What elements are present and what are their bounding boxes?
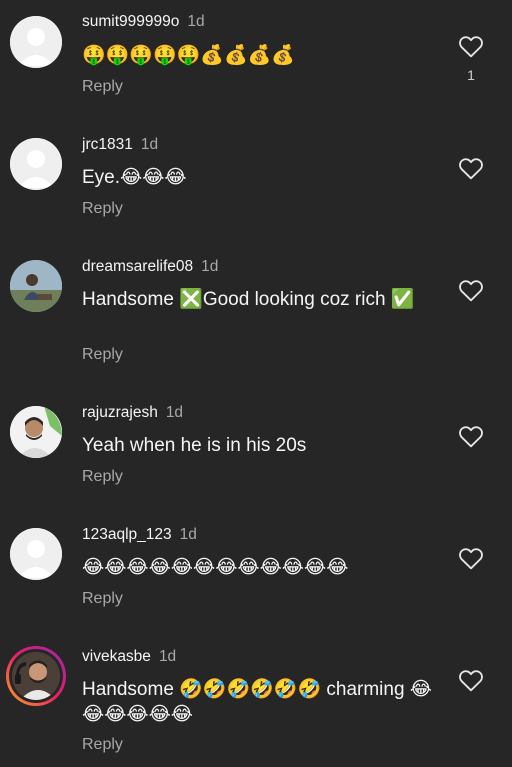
comment-text: 😂😂😂😂😂😂😂😂😂😂😂😂 xyxy=(82,557,349,578)
timestamp: 1d xyxy=(187,13,205,30)
reply-button[interactable]: Reply xyxy=(82,199,123,219)
comment-meta: dreamsarelife08 1d xyxy=(82,257,218,277)
username[interactable]: rajuzrajesh xyxy=(82,404,158,421)
heart-outline-icon[interactable] xyxy=(458,278,484,302)
heart-outline-icon[interactable] xyxy=(458,156,484,180)
reply-button[interactable]: Reply xyxy=(82,589,123,609)
comment-text: 🤑🤑🤑🤑🤑💰💰💰💰 xyxy=(82,45,295,66)
comment-text: Eye.😂😂😂 xyxy=(82,167,187,188)
avatar[interactable] xyxy=(10,16,62,68)
heart-outline-icon[interactable] xyxy=(458,546,484,570)
comment-meta: sumit999999o 1d xyxy=(82,12,205,32)
user-photo-icon xyxy=(12,652,60,700)
reply-button[interactable]: Reply xyxy=(82,345,123,365)
story-ring-avatar[interactable] xyxy=(6,646,66,706)
username[interactable]: jrc1831 xyxy=(82,136,133,153)
avatar-ring-gap xyxy=(9,649,63,703)
avatar xyxy=(12,652,60,700)
username[interactable]: dreamsarelife08 xyxy=(82,258,193,275)
heart-outline-icon[interactable] xyxy=(458,424,484,448)
like-count: 1 xyxy=(467,67,475,83)
reply-button[interactable]: Reply xyxy=(82,77,123,97)
default-avatar-icon xyxy=(10,138,62,190)
timestamp: 1d xyxy=(165,404,184,421)
comment-text: Yeah when he is in his 20s xyxy=(82,435,307,456)
timestamp: 1d xyxy=(158,648,177,665)
user-photo-icon xyxy=(10,406,62,458)
comment-meta: jrc1831 1d xyxy=(82,135,158,155)
timestamp: 1d xyxy=(140,136,159,153)
default-avatar-icon xyxy=(10,16,62,68)
default-avatar-icon xyxy=(10,528,62,580)
reply-button[interactable]: Reply xyxy=(82,735,123,755)
timestamp: 1d xyxy=(179,526,197,543)
comment-meta: vivekasbe 1d xyxy=(82,647,176,667)
avatar[interactable] xyxy=(10,260,62,312)
avatar[interactable] xyxy=(10,138,62,190)
reply-button[interactable]: Reply xyxy=(82,467,123,487)
user-photo-icon xyxy=(10,260,62,312)
username[interactable]: sumit999999o xyxy=(82,13,179,30)
avatar[interactable] xyxy=(10,528,62,580)
timestamp: 1d xyxy=(201,258,219,275)
username[interactable]: vivekasbe xyxy=(82,648,151,665)
comment-text: Handsome 🤣🤣🤣🤣🤣🤣 charming 😂😂😂😂😂😂 xyxy=(82,679,433,725)
comment-text: Handsome ❎Good looking coz rich ✅ xyxy=(82,289,415,310)
comment-meta: 123aqlp_123 1d xyxy=(82,525,197,545)
username[interactable]: 123aqlp_123 xyxy=(82,526,172,543)
avatar[interactable] xyxy=(10,406,62,458)
heart-outline-icon[interactable] xyxy=(458,668,484,692)
heart-outline-icon[interactable] xyxy=(458,34,484,58)
comment-meta: rajuzrajesh 1d xyxy=(82,403,183,423)
